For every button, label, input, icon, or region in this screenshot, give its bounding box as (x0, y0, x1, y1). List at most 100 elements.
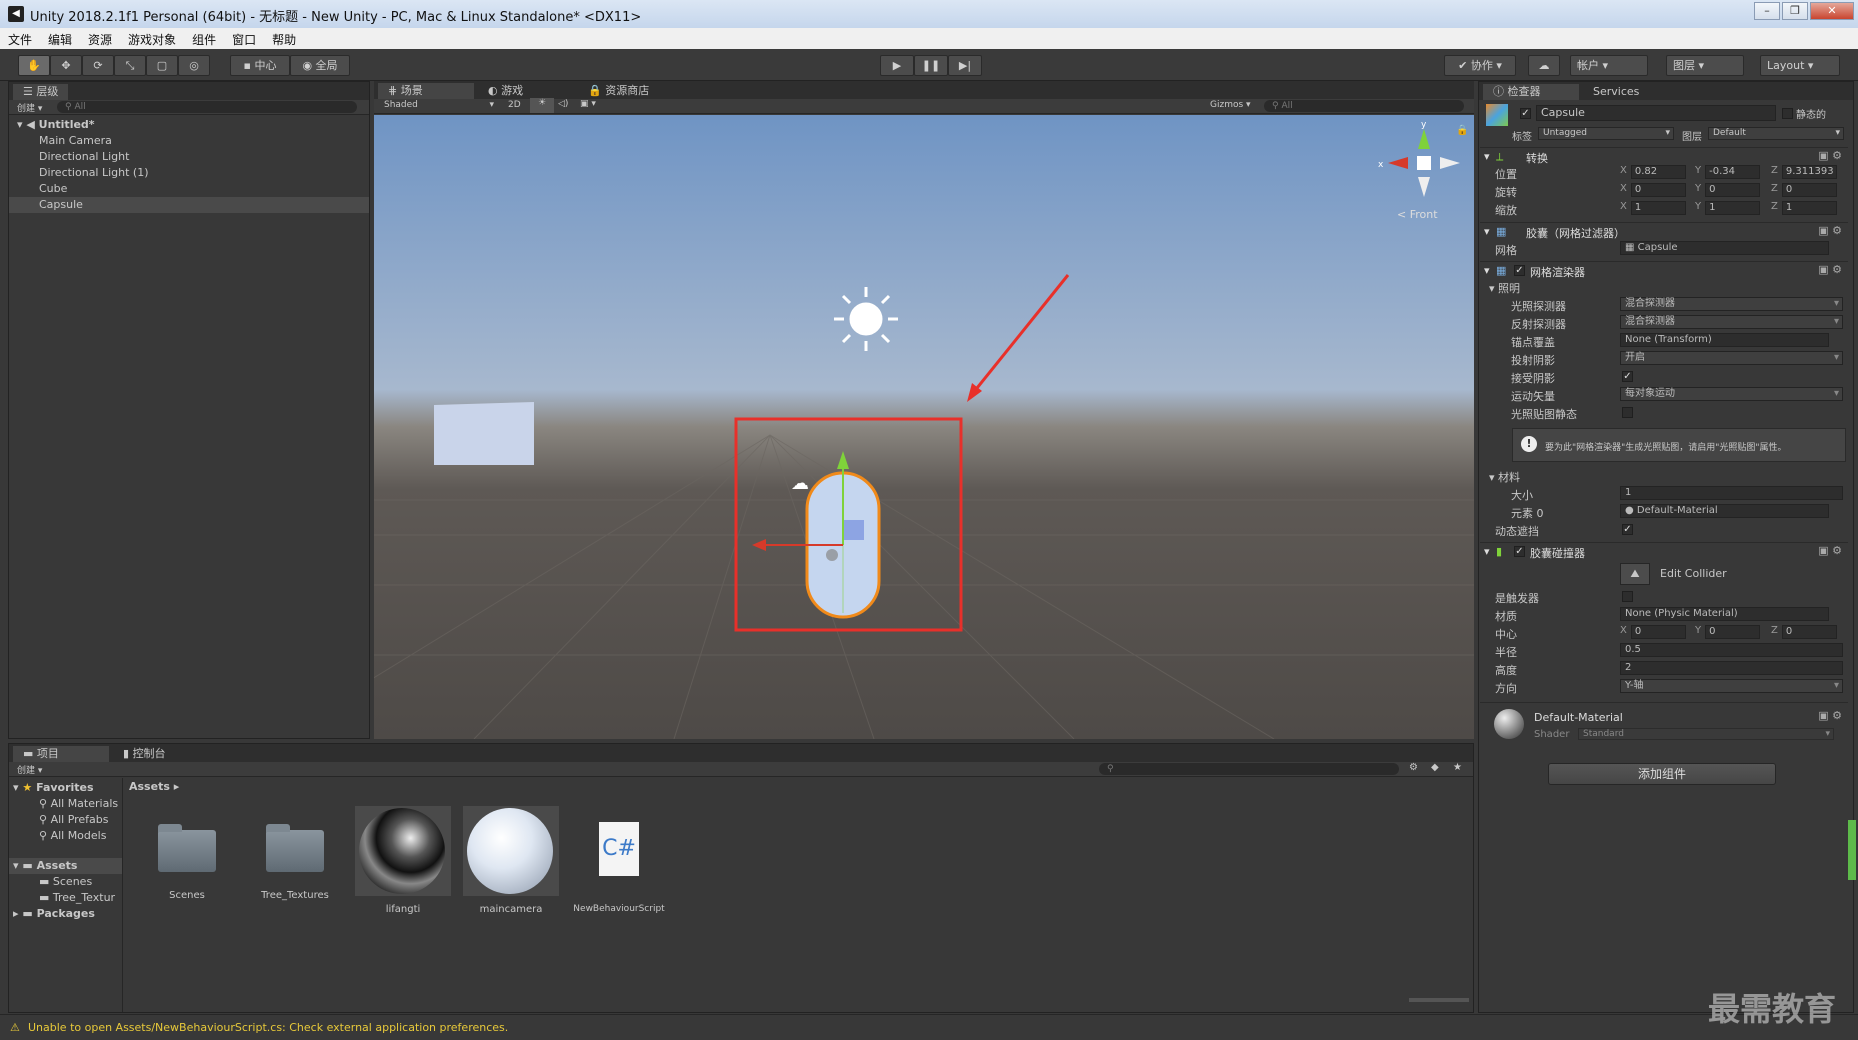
menu-assets[interactable]: 资源 (80, 28, 120, 48)
mesh-field[interactable]: ▦ Capsule (1620, 241, 1829, 255)
filter-label-icon[interactable]: ◆ (1431, 762, 1439, 773)
direction-dropdown[interactable]: Y-轴 (1620, 679, 1843, 693)
shading-dropdown[interactable]: Shaded ▾ (384, 100, 494, 110)
transform-header[interactable]: ▾ ⟂ 转换 ▣ ⚙ (1480, 147, 1848, 165)
scene-search-input[interactable]: ⚲ All (1264, 100, 1464, 112)
rect-tool-icon[interactable]: ▢ (146, 55, 178, 76)
renderer-header[interactable]: ▾ ▦ ✓ 网格渲染器 ▣ ⚙ (1480, 261, 1848, 279)
menu-gameobject[interactable]: 游戏对象 (120, 28, 184, 48)
component-settings-icon[interactable]: ▣ ⚙ (1818, 263, 1842, 276)
asset-maincamera-material[interactable]: maincamera (461, 806, 561, 915)
favorite-star-icon[interactable]: ★ (1453, 762, 1462, 773)
object-name-input[interactable]: Capsule (1536, 105, 1776, 121)
layers-dropdown[interactable]: 图层 ▾ (1666, 55, 1744, 76)
collab-dropdown[interactable]: ✔ 协作 ▾ (1444, 55, 1516, 76)
light-probes-dropdown[interactable]: 混合探测器 (1620, 297, 1843, 311)
move-tool-icon[interactable]: ✥ (50, 55, 82, 76)
project-search-input[interactable]: ⚲ (1099, 763, 1399, 775)
reflection-probes-dropdown[interactable]: 混合探测器 (1620, 315, 1843, 329)
scene-root[interactable]: ▾ ◀ Untitled* (9, 117, 369, 133)
scale-x-field[interactable]: X1 (1620, 201, 1686, 215)
tab-game[interactable]: ◐ 游戏 (478, 83, 574, 99)
hierarchy-item-cube[interactable]: Cube (9, 181, 369, 197)
edit-collider-icon[interactable]: ⛰ (1620, 563, 1650, 585)
tab-project[interactable]: ▬ 项目 (13, 746, 109, 762)
cast-shadows-dropdown[interactable]: 开启 (1620, 351, 1843, 365)
pause-icon[interactable]: ❚❚ (914, 55, 948, 76)
close-button[interactable]: ✕ (1810, 2, 1854, 20)
height-field[interactable]: 2 (1620, 661, 1843, 675)
center-z-field[interactable]: Z0 (1771, 625, 1837, 639)
meshfilter-header[interactable]: ▾ ▦ 胶囊（网格过滤器） ▣ ⚙ (1480, 222, 1848, 240)
tree-tree-textures-folder[interactable]: ▬ Tree_Textur (9, 890, 122, 906)
component-settings-icon[interactable]: ▣ ⚙ (1818, 544, 1842, 557)
asset-newbehaviourscript[interactable]: C# NewBehaviourScript (569, 806, 669, 914)
materials-foldout[interactable]: ▾ 材料 (1485, 467, 1847, 484)
scale-tool-icon[interactable]: ⤡ (114, 55, 146, 76)
static-checkbox[interactable] (1782, 108, 1793, 119)
shader-dropdown[interactable]: Standard ▾ (1578, 728, 1834, 740)
tab-inspector[interactable]: ⓘ 检查器 (1483, 84, 1579, 100)
tab-hierarchy[interactable]: ☰ 层级 (13, 84, 69, 100)
asset-scenes-folder[interactable]: Scenes (137, 806, 237, 906)
physic-material-field[interactable]: None (Physic Material) (1620, 607, 1829, 621)
pivot-global-button[interactable]: ◉ 全局 (290, 55, 350, 76)
position-y-field[interactable]: Y -0.34 (1695, 165, 1761, 179)
collider-enabled-checkbox[interactable]: ✓ (1514, 546, 1525, 557)
material-section[interactable]: Default-Material Shader Standard ▾ ▣ ⚙ (1480, 702, 1848, 744)
fav-all-prefabs[interactable]: ⚲ All Prefabs (9, 812, 122, 828)
directional-light-icon[interactable] (834, 287, 898, 351)
lighting-toggle-icon[interactable]: ☀ (530, 98, 554, 113)
maximize-button[interactable]: ❐ (1782, 2, 1808, 20)
hierarchy-item-directional-light[interactable]: Directional Light (9, 149, 369, 165)
tab-asset-store[interactable]: 🔒 资源商店 (578, 83, 688, 99)
fav-all-models[interactable]: ⚲ All Models (9, 828, 122, 844)
is-trigger-checkbox[interactable] (1622, 591, 1633, 602)
transform-tool-icon[interactable]: ◎ (178, 55, 210, 76)
orientation-gizmo[interactable]: x y (1378, 120, 1460, 197)
tab-console[interactable]: ▮ 控制台 (113, 746, 209, 762)
pivot-center-button[interactable]: ▪ 中心 (230, 55, 290, 76)
hierarchy-item-directional-light-1[interactable]: Directional Light (1) (9, 165, 369, 181)
hierarchy-item-main-camera[interactable]: Main Camera (9, 133, 369, 149)
status-bar[interactable]: ⚠ Unable to open Assets/NewBehaviourScri… (0, 1014, 1858, 1040)
radius-field[interactable]: 0.5 (1620, 643, 1843, 657)
anchor-override-field[interactable]: None (Transform) (1620, 333, 1829, 347)
tab-services[interactable]: Services (1583, 84, 1679, 100)
rotation-z-field[interactable]: Z0 (1771, 183, 1837, 197)
project-breadcrumb[interactable]: Assets ▸ (129, 780, 179, 793)
position-x-field[interactable]: X 0.82 (1620, 165, 1686, 179)
motion-vectors-dropdown[interactable]: 每对象运动 (1620, 387, 1843, 401)
asset-lifangti-material[interactable]: lifangti (353, 806, 453, 915)
favorites-folder[interactable]: ▾ ★ Favorites (9, 780, 122, 796)
active-checkbox[interactable]: ✓ (1520, 108, 1531, 119)
packages-folder[interactable]: ▸ ▬ Packages (9, 906, 122, 922)
receive-shadows-checkbox[interactable]: ✓ (1622, 371, 1633, 382)
dynamic-occlusion-checkbox[interactable]: ✓ (1622, 524, 1633, 535)
inspector-scrollbar[interactable] (1848, 820, 1856, 880)
collider-header[interactable]: ▾ ▮ ✓ 胶囊碰撞器 ▣ ⚙ (1480, 542, 1848, 560)
add-component-button[interactable]: 添加组件 (1548, 763, 1776, 785)
rotation-y-field[interactable]: Y0 (1695, 183, 1761, 197)
menu-window[interactable]: 窗口 (224, 28, 264, 48)
scale-y-field[interactable]: Y1 (1695, 201, 1761, 215)
menu-edit[interactable]: 编辑 (40, 28, 80, 48)
position-z-field[interactable]: Z 9.311393 (1771, 165, 1837, 179)
play-icon[interactable]: ▶ (880, 55, 914, 76)
material-size-field[interactable]: 1 (1620, 486, 1843, 500)
menu-file[interactable]: 文件 (0, 28, 40, 48)
account-dropdown[interactable]: 帐户 ▾ (1570, 55, 1648, 76)
component-settings-icon[interactable]: ▣ ⚙ (1818, 709, 1842, 722)
hierarchy-create-button[interactable]: 创建 ▾ (17, 101, 42, 114)
component-settings-icon[interactable]: ▣ ⚙ (1818, 224, 1842, 237)
filter-type-icon[interactable]: ⚙ (1409, 762, 1418, 773)
rotation-x-field[interactable]: X0 (1620, 183, 1686, 197)
2d-toggle[interactable]: 2D (508, 100, 521, 110)
cloud-icon[interactable]: ☁ (1528, 55, 1560, 76)
scene-viewport[interactable]: ☁ x y < Front 🔒 (374, 115, 1474, 739)
audio-toggle-icon[interactable]: ◁) (558, 99, 568, 109)
tag-dropdown[interactable]: Untagged ▾ (1538, 127, 1674, 140)
fav-all-materials[interactable]: ⚲ All Materials (9, 796, 122, 812)
menu-component[interactable]: 组件 (184, 28, 224, 48)
center-y-field[interactable]: Y0 (1695, 625, 1761, 639)
